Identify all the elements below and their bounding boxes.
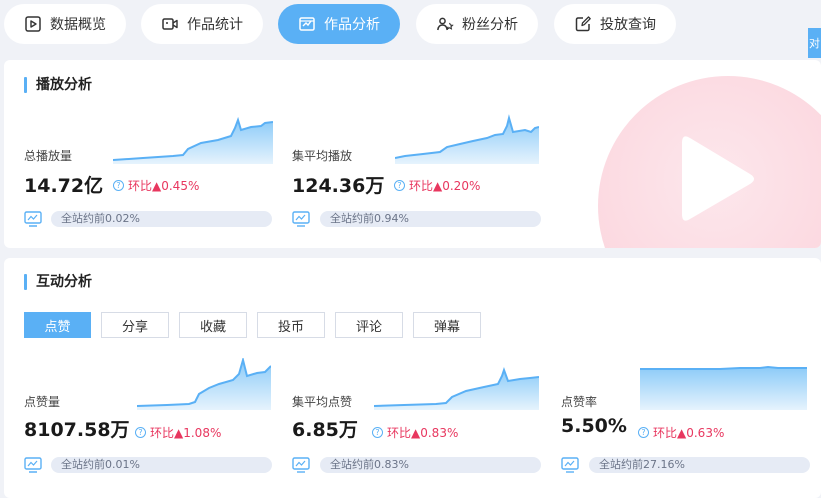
tab-works-analysis[interactable]: 作品分析 <box>278 4 400 44</box>
rank-monitor-icon <box>24 211 42 227</box>
rank-monitor-icon <box>561 457 579 473</box>
tab-works-stats[interactable]: 作品统计 <box>141 4 263 44</box>
site-rank-bar: 全站约前0.83% <box>320 457 541 473</box>
mom-change: ? 环比▲0.83% <box>372 424 458 441</box>
mom-text: 环比▲0.20% <box>409 179 481 193</box>
mom-change: ? 环比▲0.63% <box>638 424 724 441</box>
tab-fans-analysis[interactable]: 粉丝分析 <box>416 4 538 44</box>
metric-value: 6.85万 <box>292 419 358 441</box>
tab-label: 数据概览 <box>50 17 106 33</box>
subtab-danmaku[interactable]: 弹幕 <box>413 312 481 338</box>
tab-label: 作品统计 <box>187 17 243 33</box>
mom-text: 环比▲0.83% <box>387 426 459 440</box>
tab-ad-query[interactable]: 投放查询 <box>554 4 676 44</box>
metric-label: 点赞率 <box>561 395 598 409</box>
mom-text: 环比▲1.08% <box>150 426 222 440</box>
site-rank-bar: 全站约前0.01% <box>51 457 272 473</box>
play-watermark-icon <box>598 76 821 248</box>
metric-label: 集平均点赞 <box>292 395 353 409</box>
help-icon[interactable]: ? <box>372 427 383 438</box>
avg-like-sparkline <box>374 366 539 410</box>
tab-data-overview[interactable]: 数据概览 <box>4 4 126 44</box>
like-rate-sparkline <box>640 365 807 410</box>
like-count-sparkline <box>137 358 271 410</box>
tab-label: 作品分析 <box>324 17 380 33</box>
subtab-like[interactable]: 点赞 <box>24 312 91 338</box>
mom-change: ? 环比▲1.08% <box>135 424 221 441</box>
interaction-analysis-card: 互动分析 点赞 分享 收藏 投币 评论 弹幕 点赞量 8107.58万 ? 环比… <box>4 258 821 498</box>
total-play-sparkline <box>113 116 273 164</box>
mom-text: 环比▲0.45% <box>128 179 200 193</box>
subtab-comment[interactable]: 评论 <box>335 312 403 338</box>
tab-label: 粉丝分析 <box>462 17 518 33</box>
tab-label: 投放查询 <box>600 17 656 33</box>
site-rank-bar: 全站约前0.02% <box>51 211 272 227</box>
mom-change: ? 环比▲0.20% <box>394 177 480 194</box>
rank-monitor-icon <box>292 457 310 473</box>
site-rank-bar: 全站约前27.16% <box>589 457 810 473</box>
fans-icon <box>436 15 454 33</box>
help-icon[interactable]: ? <box>638 427 649 438</box>
edge-badge-text: 对 <box>809 37 820 50</box>
rank-monitor-icon <box>24 457 42 473</box>
edge-side-badge[interactable]: 对 <box>808 28 821 58</box>
play-section-title: 播放分析 <box>24 77 92 93</box>
edit-square-icon <box>574 15 592 33</box>
metric-value: 5.50% <box>561 415 627 437</box>
subtab-share[interactable]: 分享 <box>101 312 169 338</box>
site-rank-bar: 全站约前0.94% <box>320 211 541 227</box>
top-tab-bar: 数据概览 作品统计 作品分析 粉丝分析 投放查询 <box>0 0 821 50</box>
metric-label: 集平均播放 <box>292 149 353 163</box>
metric-value: 8107.58万 <box>24 419 130 441</box>
metric-value: 14.72亿 <box>24 175 104 197</box>
chart-board-icon <box>298 15 316 33</box>
metric-value: 124.36万 <box>292 175 385 197</box>
play-box-icon <box>24 15 42 33</box>
rank-monitor-icon <box>292 211 310 227</box>
mom-change: ? 环比▲0.45% <box>113 177 199 194</box>
help-icon[interactable]: ? <box>113 180 124 191</box>
subtab-coin[interactable]: 投币 <box>257 312 325 338</box>
metric-label: 点赞量 <box>24 395 61 409</box>
video-camera-icon <box>161 15 179 33</box>
help-icon[interactable]: ? <box>135 427 146 438</box>
mom-text: 环比▲0.63% <box>653 426 725 440</box>
metric-label: 总播放量 <box>24 149 73 163</box>
help-icon[interactable]: ? <box>394 180 405 191</box>
avg-play-sparkline <box>395 114 539 164</box>
subtab-favorite[interactable]: 收藏 <box>179 312 247 338</box>
interaction-section-title: 互动分析 <box>24 274 92 290</box>
play-analysis-card: 播放分析 总播放量 14.72亿 ? 环比▲0.45% 全站约前0.02% 集平… <box>4 60 821 248</box>
